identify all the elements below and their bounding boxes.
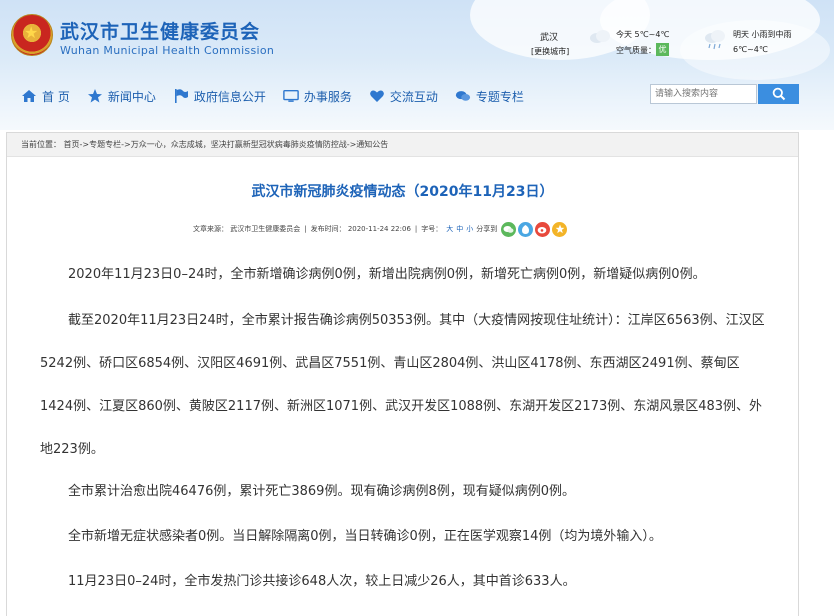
star-icon [87, 88, 103, 104]
change-city-link[interactable]: [更换城市] [531, 46, 569, 57]
search-button[interactable] [758, 84, 799, 104]
font-size-large[interactable]: 大 [446, 224, 453, 234]
site-title[interactable]: 武汉市卫生健康委员会 [60, 17, 260, 44]
main-nav: 首 页 新闻中心 政府信息公开 办事服务 交流互动 专题专栏 [0, 83, 541, 109]
monitor-icon [283, 88, 299, 104]
rain-cloud-icon [705, 30, 725, 50]
article-paragraph: 全市累计治愈出院46476例，累计死亡3869例。现有确诊病例8例，现有疑似病例… [68, 484, 575, 499]
article-title: 武汉市新冠肺炎疫情动态（2020年11月23日） [251, 184, 554, 200]
nav-item-label: 交流互动 [389, 89, 438, 104]
nav-item-interaction[interactable]: 交流互动 [369, 83, 438, 109]
wechat-share-icon[interactable] [501, 221, 517, 237]
search-icon [772, 87, 785, 101]
nav-item-news[interactable]: 新闻中心 [87, 83, 156, 109]
weather-tomorrow-temp: 6℃~4℃ [733, 45, 768, 54]
font-size-small[interactable]: 小 [466, 224, 473, 234]
weather-today: 今天 5℃~4℃ [616, 30, 670, 39]
article-publish-time: 发布时间： 2020-11-24 22:06 [310, 225, 411, 233]
qzone-share-icon[interactable] [518, 221, 534, 237]
site-header: 武汉市卫生健康委员会 Wuhan Municipal Health Commis… [0, 0, 834, 130]
weather-tomorrow: 明天 小雨到中雨 [733, 30, 792, 39]
article-paragraph: 全市新增无症状感染者0例。当日解除隔离0例，当日转确诊0例，正在医学观察14例（… [68, 529, 662, 544]
nav-item-label: 首 页 [42, 89, 70, 104]
heart-icon [369, 88, 385, 104]
air-quality-label: 空气质量： [616, 46, 656, 55]
nav-item-home[interactable]: 首 页 [21, 83, 70, 109]
national-emblem-logo[interactable] [11, 14, 53, 56]
weibo-share-icon[interactable] [535, 221, 551, 237]
nav-item-services[interactable]: 办事服务 [283, 83, 352, 109]
favorite-share-icon[interactable] [552, 221, 568, 237]
site-title-english: Wuhan Municipal Health Commission [60, 44, 275, 57]
weather-city: 武汉 [540, 33, 559, 43]
separator: | [414, 225, 418, 233]
font-size-medium[interactable]: 中 [456, 224, 463, 234]
article-meta: 文章来源： 武汉市卫生健康委员会 | 发布时间： 2020-11-24 22:0… [193, 221, 569, 237]
home-icon [21, 88, 37, 104]
article-paragraph: 11月23日0–24时，全市发热门诊共接诊648人次，较上日减少26人，其中首诊… [68, 574, 576, 589]
air-quality-badge: 优 [656, 43, 669, 56]
nav-item-label: 办事服务 [303, 89, 352, 104]
article-paragraph: 截至2020年11月23日24时，全市累计报告确诊病例50353例。其中（大疫情… [40, 313, 765, 457]
nav-item-label: 政府信息公开 [193, 89, 266, 104]
nav-item-label: 新闻中心 [107, 89, 156, 104]
breadcrumb[interactable]: 当前位置： 首页->专题专栏->万众一心，众志成城，坚决打赢新型冠状病毒肺炎疫情… [7, 133, 798, 157]
nav-item-label: 专题专栏 [475, 89, 524, 104]
cloud-icon [590, 30, 610, 43]
nav-item-gov-info[interactable]: 政府信息公开 [173, 83, 266, 109]
flag-icon [173, 88, 189, 104]
separator: | [304, 225, 307, 233]
share-label: 分享到 [476, 225, 498, 233]
article-container: 当前位置： 首页->专题专栏->万众一心，众志成城，坚决打赢新型冠状病毒肺炎疫情… [6, 132, 799, 616]
article-paragraph: 2020年11月23日0–24时，全市新增确诊病例0例，新增出院病例0例，新增死… [68, 267, 706, 282]
search-input[interactable] [650, 84, 757, 104]
nav-item-special[interactable]: 专题专栏 [455, 83, 524, 109]
article-source: 文章来源： 武汉市卫生健康委员会 [193, 225, 301, 233]
chat-icon [455, 88, 471, 104]
font-size-label: 字号： [421, 225, 443, 233]
